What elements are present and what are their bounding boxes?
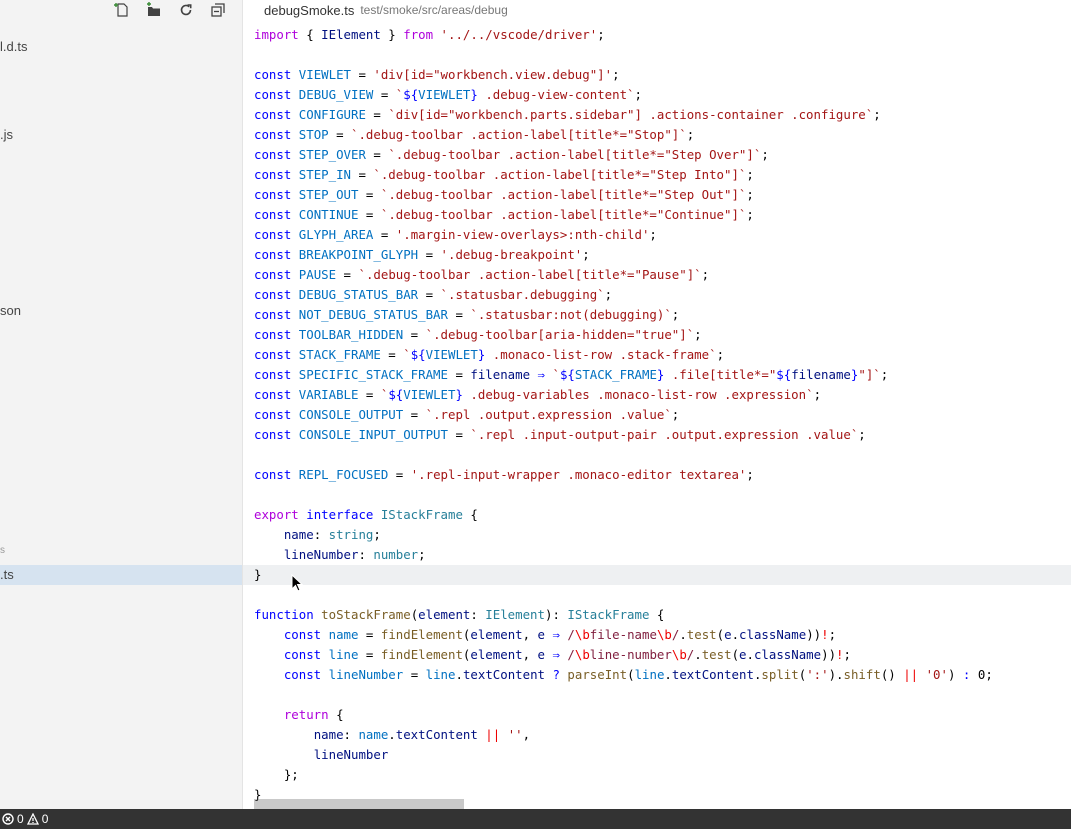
- code-line: const CONSOLE_OUTPUT = `.repl .output.ex…: [254, 407, 680, 422]
- code-line: const REPL_FOCUSED = '.repl-input-wrappe…: [254, 467, 754, 482]
- editor-title-bar: debugSmoke.ts test/smoke/src/areas/debug: [243, 0, 1071, 20]
- code-line: const DEBUG_STATUS_BAR = `.statusbar.deb…: [254, 287, 613, 302]
- explorer-sidebar: l.d.ts .js son s .ts: [0, 0, 243, 809]
- code-line: };: [254, 767, 299, 782]
- warning-icon: [26, 813, 39, 825]
- code-line: const CONFIGURE = `div[id="workbench.par…: [254, 107, 881, 122]
- code-line: const lineNumber = line.textContent ? pa…: [283, 667, 993, 682]
- new-folder-button[interactable]: [144, 0, 164, 20]
- error-count: 0: [17, 812, 24, 826]
- code-line: const CONSOLE_INPUT_OUTPUT = `.repl .inp…: [254, 427, 866, 442]
- code-line: const name = findElement(element, e ⇒ /\…: [283, 627, 837, 642]
- code-line-current: }: [243, 565, 1071, 585]
- collapse-all-icon: [211, 3, 225, 17]
- code-line: name: name.textContent || '',: [313, 727, 531, 742]
- new-file-button[interactable]: [112, 0, 132, 20]
- code-line: const SPECIFIC_STACK_FRAME = filename ⇒ …: [254, 367, 889, 382]
- code-line: const BREAKPOINT_GLYPH = '.debug-breakpo…: [254, 247, 590, 262]
- code-line: const STEP_IN = `.debug-toolbar .action-…: [254, 167, 754, 182]
- code-line: return {: [283, 707, 344, 722]
- editor-file-path: test/smoke/src/areas/debug: [360, 3, 508, 17]
- code-line: name: string;: [283, 527, 381, 542]
- problems-status[interactable]: 0 0: [2, 812, 48, 826]
- editor-file-name: debugSmoke.ts: [264, 2, 355, 18]
- code-line: const TOOLBAR_HIDDEN = `.debug-toolbar[a…: [254, 327, 702, 342]
- code-line: const STOP = `.debug-toolbar .action-lab…: [254, 127, 695, 142]
- tree-item[interactable]: l.d.ts: [0, 37, 242, 57]
- code-lines[interactable]: import { IElement } from '../../vscode/d…: [243, 25, 1071, 805]
- horizontal-scrollbar[interactable]: [254, 799, 464, 809]
- error-icon: [2, 813, 14, 825]
- code-line: const VARIABLE = `${VIEWLET} .debug-vari…: [254, 387, 822, 402]
- refresh-icon: [180, 4, 192, 16]
- code-line: import { IElement } from '../../vscode/d…: [254, 27, 605, 42]
- code-line: lineNumber: [313, 747, 389, 762]
- code-line: const NOT_DEBUG_STATUS_BAR = `.statusbar…: [254, 307, 680, 322]
- code-line: const line = findElement(element, e ⇒ /\…: [283, 647, 851, 662]
- code-line: const STACK_FRAME = `${VIEWLET} .monaco-…: [254, 347, 725, 362]
- tree-item[interactable]: son: [0, 301, 242, 321]
- status-bar: 0 0: [0, 809, 1071, 829]
- collapse-all-button[interactable]: [208, 0, 228, 20]
- tree-item[interactable]: .js: [0, 125, 242, 145]
- new-folder-icon: [147, 2, 160, 16]
- tree-item-selected[interactable]: .ts: [0, 565, 242, 585]
- code-line: lineNumber: number;: [283, 547, 426, 562]
- warning-count: 0: [41, 812, 49, 826]
- explorer-toolbar: [112, 0, 228, 20]
- code-line: const PAUSE = `.debug-toolbar .action-la…: [254, 267, 710, 282]
- tree-item[interactable]: s: [0, 541, 242, 561]
- code-line: const CONTINUE = `.debug-toolbar .action…: [254, 207, 754, 222]
- code-line: const DEBUG_VIEW = `${VIEWLET} .debug-vi…: [254, 87, 642, 102]
- code-line: const STEP_OUT = `.debug-toolbar .action…: [254, 187, 754, 202]
- refresh-button[interactable]: [176, 0, 196, 20]
- code-line: export interface IStackFrame {: [254, 507, 478, 522]
- code-line: function toStackFrame(element: IElement)…: [254, 607, 665, 622]
- code-line: const VIEWLET = 'div[id="workbench.view.…: [254, 67, 620, 82]
- code-line: const GLYPH_AREA = '.margin-view-overlay…: [254, 227, 657, 242]
- code-editor[interactable]: debugSmoke.ts test/smoke/src/areas/debug…: [243, 0, 1071, 809]
- code-line: const STEP_OVER = `.debug-toolbar .actio…: [254, 147, 769, 162]
- new-file-icon: [114, 3, 128, 17]
